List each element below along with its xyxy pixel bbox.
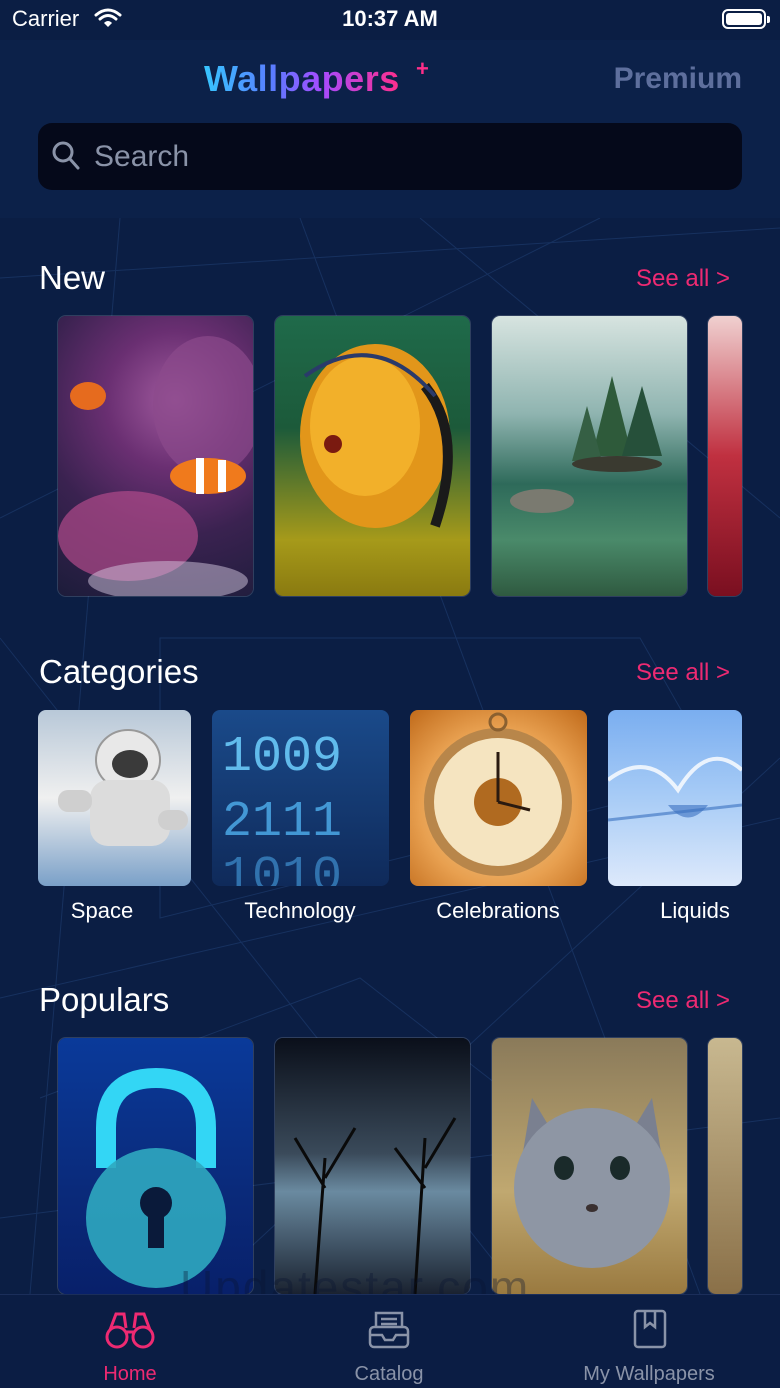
wallpaper-thumb-clownfish[interactable] bbox=[58, 316, 253, 596]
tab-label-my-wallpapers: My Wallpapers bbox=[583, 1363, 715, 1385]
wallpaper-thumb-discus-fish[interactable] bbox=[275, 316, 470, 596]
category-thumb-space[interactable] bbox=[38, 710, 191, 886]
search-input[interactable] bbox=[92, 131, 716, 183]
lake-image bbox=[510, 376, 662, 513]
category-label-technology: Technology bbox=[244, 898, 356, 923]
category-thumb-liquids[interactable] bbox=[608, 710, 742, 886]
see-all-populars-link[interactable]: See all > bbox=[636, 987, 730, 1015]
svg-text:2111: 2111 bbox=[222, 794, 342, 851]
astronaut-image bbox=[58, 729, 188, 846]
bookmark-book-icon bbox=[633, 1309, 667, 1349]
category-label-liquids: Liquids bbox=[660, 898, 730, 923]
dark-trees-image bbox=[293, 1117, 457, 1294]
wallpaper-thumb-padlock[interactable] bbox=[58, 1038, 253, 1294]
wallpaper-thumb-partial-new[interactable] bbox=[708, 316, 742, 596]
app-logo-plus: + bbox=[416, 56, 429, 81]
water-splash-image bbox=[608, 756, 742, 822]
wallpaper-thumb-dark-trees[interactable] bbox=[275, 1038, 470, 1294]
see-all-new-link[interactable]: See all > bbox=[636, 265, 730, 293]
tab-label-catalog: Catalog bbox=[354, 1363, 424, 1385]
binary-code-image: 1009 2111 1010 bbox=[222, 729, 342, 886]
status-time: 10:37 AM bbox=[342, 6, 438, 31]
pocket-watch-image bbox=[424, 712, 572, 876]
inbox-tray-icon bbox=[368, 1311, 410, 1349]
wallpaper-thumb-partial-popular[interactable] bbox=[708, 1038, 742, 1294]
kitten-image bbox=[514, 1098, 670, 1268]
section-title-populars: Populars bbox=[39, 981, 170, 1018]
app-logo: Wallpapers bbox=[204, 58, 400, 99]
category-thumb-technology[interactable]: 1009 2111 1010 bbox=[212, 710, 389, 886]
tab-label-home: Home bbox=[103, 1363, 157, 1385]
category-label-space: Space bbox=[70, 898, 134, 923]
padlock-image bbox=[86, 1067, 226, 1288]
binoculars-icon bbox=[105, 1312, 155, 1349]
category-label-celebrations: Celebrations bbox=[436, 898, 560, 923]
svg-text:1010: 1010 bbox=[222, 849, 342, 886]
section-title-categories: Categories bbox=[39, 653, 199, 690]
premium-button[interactable]: Premium bbox=[614, 62, 742, 96]
category-thumb-celebrations[interactable] bbox=[410, 710, 587, 886]
clownfish-image bbox=[58, 336, 253, 596]
wallpaper-thumb-kitten[interactable] bbox=[492, 1038, 687, 1294]
svg-text:1009: 1009 bbox=[222, 729, 342, 786]
section-title-new: New bbox=[39, 259, 106, 296]
discus-fish-image bbox=[300, 344, 453, 528]
search-icon bbox=[52, 141, 80, 170]
battery-icon bbox=[722, 9, 770, 29]
see-all-categories-link[interactable]: See all > bbox=[636, 659, 730, 687]
wallpaper-thumb-lake[interactable] bbox=[492, 316, 687, 596]
